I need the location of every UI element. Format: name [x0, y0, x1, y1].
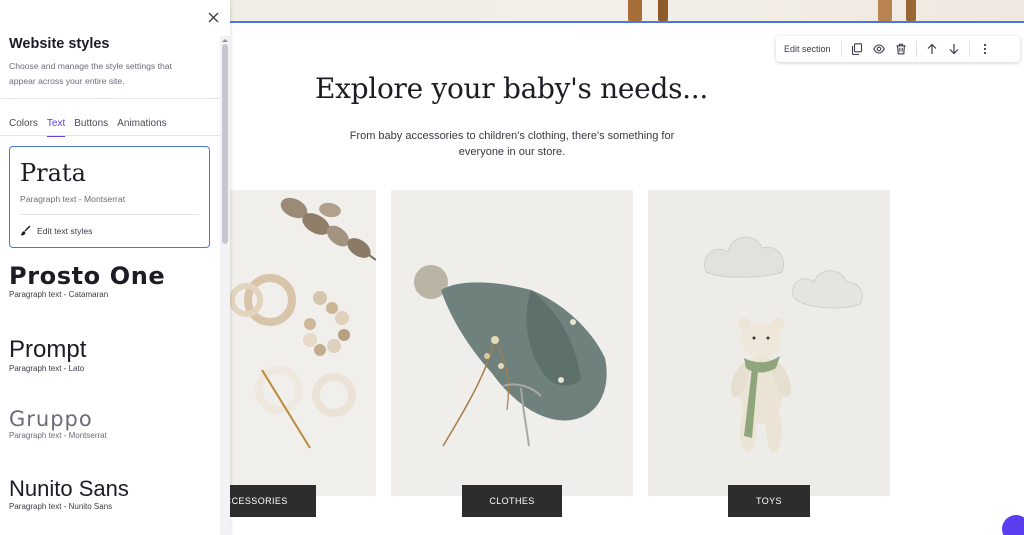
- duplicate-section-button[interactable]: [846, 38, 868, 60]
- toys-photo: [648, 190, 890, 496]
- card-divider: [20, 214, 199, 215]
- font-heading-name: Prompt: [9, 336, 87, 363]
- hide-section-button[interactable]: [868, 38, 890, 60]
- font-heading-name: Prata: [20, 159, 86, 187]
- font-paragraph-name: Paragraph text - Catamaran: [9, 290, 109, 299]
- toolbar-divider: [915, 41, 917, 57]
- edit-section-button[interactable]: Edit section: [784, 44, 831, 54]
- font-pair-option-prosto-one[interactable]: Prosto One Paragraph text - Catamaran: [9, 262, 210, 299]
- edit-text-styles-button[interactable]: Edit text styles: [20, 225, 92, 236]
- font-heading-name: Prosto One: [9, 262, 166, 290]
- panel-title: Website styles: [9, 36, 110, 52]
- panel-divider: [0, 98, 220, 99]
- previous-section-image[interactable]: [230, 0, 1024, 22]
- font-paragraph-name: Paragraph text - Lato: [9, 364, 85, 373]
- website-canvas[interactable]: Edit section Explore your baby's needs..…: [230, 0, 1024, 535]
- section-selection-outline: [230, 21, 1024, 23]
- font-pair-option-gruppo[interactable]: Gruppo Paragraph text - Montserrat: [9, 407, 210, 440]
- eye-icon: [872, 44, 885, 54]
- tabs-divider: [0, 135, 220, 136]
- toys-image[interactable]: [648, 190, 890, 496]
- chair-leg-decoration: [628, 0, 642, 22]
- chair-leg-decoration: [658, 0, 668, 22]
- accessories-image[interactable]: [230, 190, 376, 496]
- brush-icon: [20, 225, 31, 236]
- category-button-toys[interactable]: TOYS: [728, 485, 810, 517]
- more-vertical-icon: [983, 43, 986, 55]
- delete-section-button[interactable]: [890, 38, 912, 60]
- font-paragraph-name: Paragraph text - Montserrat: [9, 431, 107, 440]
- close-icon: [208, 12, 218, 22]
- panel-description: Choose and manage the style settings tha…: [9, 61, 172, 86]
- arrow-up-icon: [927, 43, 936, 54]
- trash-icon: [896, 43, 906, 55]
- chair-leg-decoration: [906, 0, 916, 22]
- section-subtitle[interactable]: From baby accessories to children's clot…: [338, 128, 686, 160]
- section-heading[interactable]: Explore your baby's needs...: [230, 72, 793, 105]
- clothes-image[interactable]: [391, 190, 633, 496]
- more-options-button[interactable]: [974, 38, 996, 60]
- move-section-up-button[interactable]: [921, 38, 943, 60]
- category-button-clothes[interactable]: CLOTHES: [462, 485, 562, 517]
- arrow-down-icon: [949, 44, 958, 55]
- category-button-accessories[interactable]: ACCESSORIES: [230, 485, 316, 517]
- font-heading-name: Gruppo: [9, 407, 93, 431]
- close-panel-button[interactable]: [205, 9, 221, 25]
- chat-launcher-button[interactable]: [1002, 515, 1024, 535]
- clothes-photo: [391, 190, 633, 496]
- font-paragraph-name: Paragraph text - Nunito Sans: [9, 502, 113, 511]
- duplicate-icon: [851, 43, 862, 55]
- selected-font-pair-card[interactable]: Prata Paragraph text - Montserrat Edit t…: [9, 146, 210, 248]
- section-toolbar: Edit section: [776, 36, 1020, 62]
- font-heading-name: Nunito Sans: [9, 476, 129, 501]
- edit-text-styles-label: Edit text styles: [37, 225, 93, 236]
- chair-leg-decoration: [878, 0, 892, 22]
- font-pair-option-nunito-sans[interactable]: Nunito Sans Paragraph text - Nunito Sans: [9, 476, 210, 511]
- scroll-up-arrow-icon[interactable]: [221, 36, 229, 44]
- panel-scrollbar-thumb[interactable]: [222, 44, 228, 244]
- accessories-photo: [230, 190, 376, 496]
- move-section-down-button[interactable]: [943, 38, 965, 60]
- font-pair-option-prompt[interactable]: Prompt Paragraph text - Lato: [9, 336, 210, 373]
- toolbar-divider: [840, 41, 842, 57]
- website-styles-panel: Website styles Choose and manage the sty…: [0, 0, 230, 535]
- font-paragraph-name: Paragraph text - Montserrat: [20, 194, 126, 204]
- toolbar-divider: [968, 41, 970, 57]
